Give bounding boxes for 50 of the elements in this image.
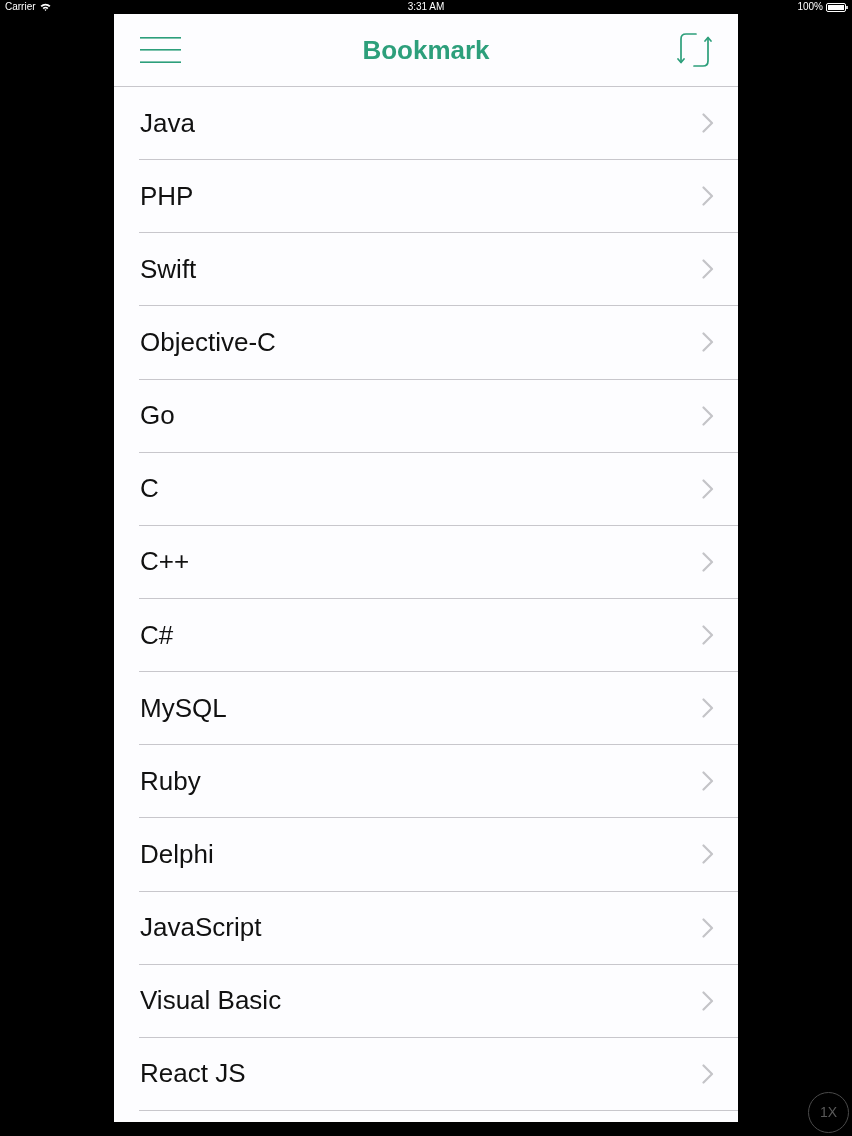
chevron-right-icon bbox=[702, 990, 714, 1011]
list-row[interactable]: C# bbox=[139, 599, 738, 673]
row-label: Objective-C bbox=[140, 326, 276, 359]
row-label: C bbox=[140, 472, 159, 506]
list-row[interactable]: JavaScript bbox=[139, 891, 738, 965]
list-row[interactable]: Visual Basic bbox=[139, 964, 738, 1038]
battery-percent: 100% bbox=[797, 0, 823, 14]
row-label: MySQL bbox=[140, 691, 227, 725]
row-label: Go bbox=[140, 399, 175, 433]
list-row[interactable]: Ruby bbox=[139, 745, 738, 819]
list-row[interactable]: Java bbox=[139, 87, 738, 161]
row-label: C++ bbox=[140, 545, 190, 579]
battery-icon bbox=[826, 2, 848, 12]
chevron-right-icon bbox=[702, 551, 714, 572]
chevron-right-icon bbox=[702, 186, 714, 207]
chevron-right-icon bbox=[702, 113, 714, 134]
row-label: Swift bbox=[140, 252, 197, 286]
menu-icon[interactable] bbox=[140, 37, 181, 63]
carrier-label: Carrier bbox=[5, 0, 36, 14]
chevron-right-icon bbox=[702, 1063, 714, 1084]
chevron-right-icon bbox=[702, 698, 714, 719]
swap-arrows-icon[interactable] bbox=[677, 32, 713, 68]
chevron-right-icon bbox=[702, 917, 714, 938]
chevron-right-icon bbox=[702, 259, 714, 280]
row-label: Java bbox=[140, 106, 195, 140]
list-row[interactable]: C bbox=[139, 452, 738, 526]
list-row[interactable]: Go bbox=[139, 379, 738, 453]
chevron-right-icon bbox=[702, 478, 714, 499]
row-label: React JS bbox=[140, 1057, 246, 1091]
page-title: Bookmark bbox=[362, 33, 490, 67]
chevron-right-icon bbox=[702, 625, 714, 646]
list-row[interactable]: MySQL bbox=[139, 672, 738, 746]
list-row[interactable]: Objective-C bbox=[139, 306, 738, 380]
row-label: Visual Basic bbox=[140, 984, 282, 1018]
chevron-right-icon bbox=[702, 332, 714, 353]
list-row[interactable]: Delphi bbox=[139, 818, 738, 892]
list-row[interactable]: C++ bbox=[139, 525, 738, 599]
row-label: C# bbox=[140, 618, 174, 652]
clock-time: 3:31 AM bbox=[407, 0, 445, 14]
wifi-icon bbox=[39, 3, 51, 11]
chevron-right-icon bbox=[702, 771, 714, 792]
list-row[interactable]: Swift bbox=[139, 233, 738, 307]
row-label: PHP bbox=[140, 179, 194, 213]
row-label: Delphi bbox=[140, 837, 214, 871]
list-row[interactable]: React JS bbox=[139, 1037, 738, 1111]
chevron-right-icon bbox=[702, 405, 714, 426]
row-label: JavaScript bbox=[140, 911, 262, 945]
list-row[interactable]: PHP bbox=[139, 160, 738, 234]
row-label: Ruby bbox=[140, 764, 201, 798]
chevron-right-icon bbox=[702, 844, 714, 865]
